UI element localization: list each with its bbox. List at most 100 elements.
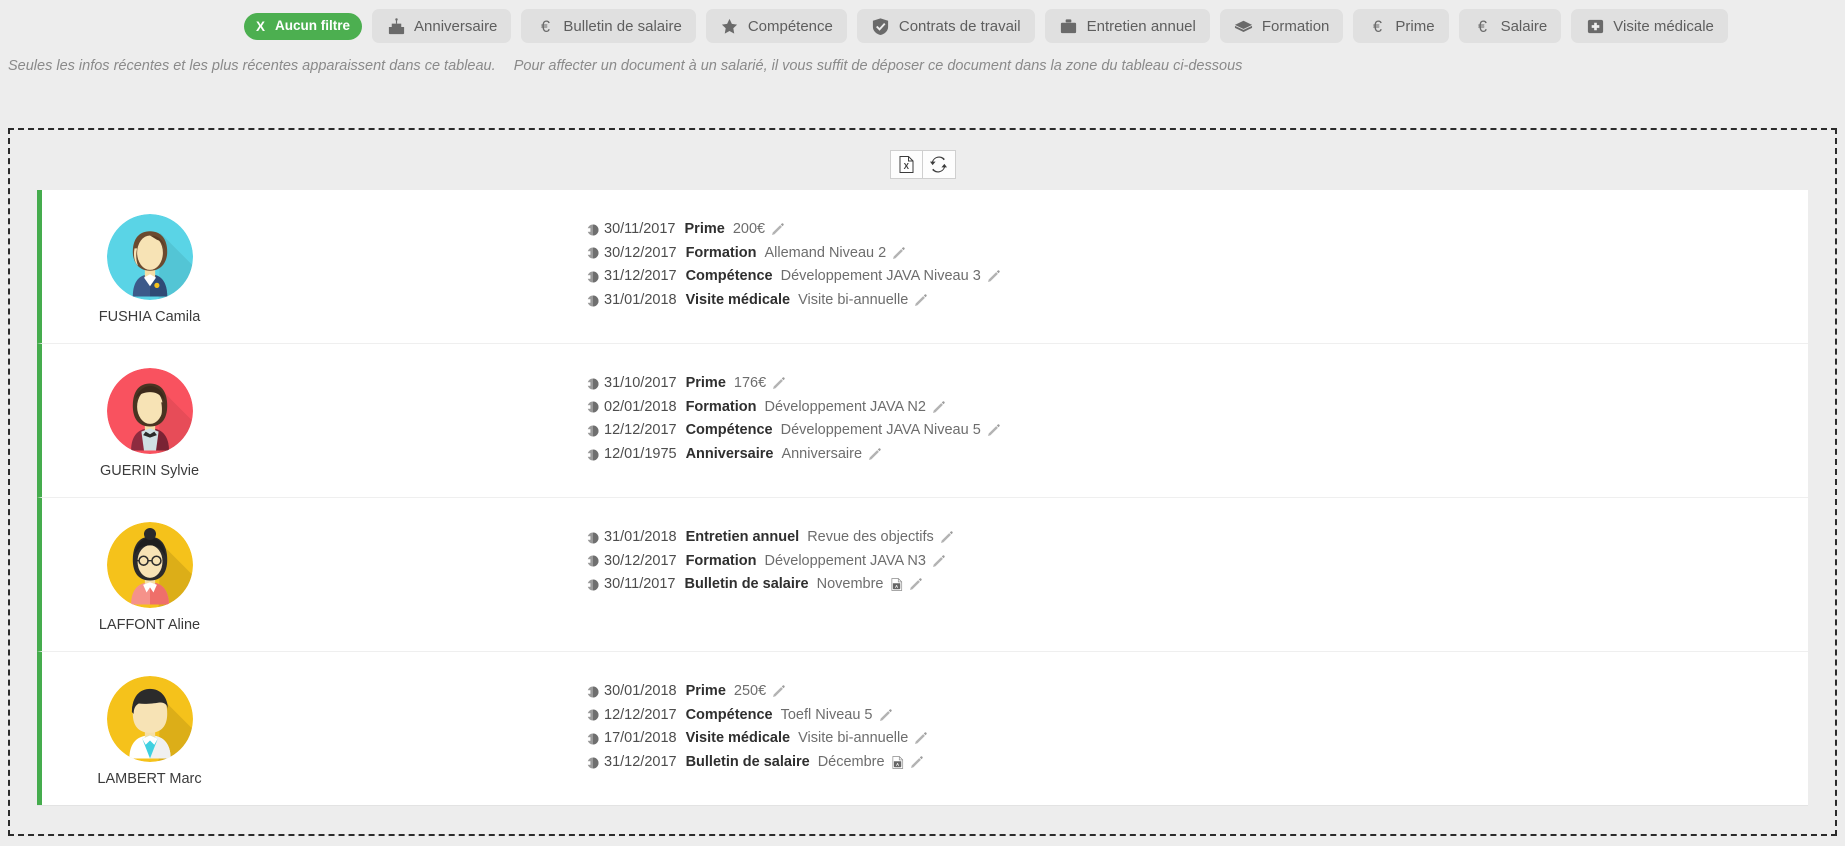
event-value: Visite bi-annuelle	[798, 291, 909, 308]
pdf-icon[interactable]: A	[891, 578, 903, 592]
event-type: Bulletin de salaire	[684, 576, 809, 593]
event-type: Prime	[685, 683, 726, 699]
event-line: 30/12/2017 Formation Allemand Niveau 2	[587, 242, 1808, 266]
event-type: Prime	[684, 221, 725, 237]
pencil-edit-icon[interactable]	[772, 377, 785, 390]
pencil-edit-icon[interactable]	[892, 247, 905, 260]
event-bullet-icon	[587, 271, 599, 283]
event-bullet-icon	[587, 425, 599, 437]
event-line: 02/01/2018 Formation Développement JAVA N2	[587, 396, 1808, 420]
filter-chip-label: Prime	[1395, 17, 1435, 35]
hint-text-part2: Pour affecter un document à un salarié, …	[513, 58, 1243, 74]
pdf-icon[interactable]: A	[892, 756, 904, 769]
event-date: 30/11/2017	[604, 221, 676, 237]
avatar-aline	[106, 522, 193, 608]
avatar[interactable]	[106, 368, 193, 454]
pencil-edit-icon[interactable]	[940, 531, 953, 544]
event-type: Entretien annuel	[685, 529, 800, 545]
event-line: 31/01/2018 Entretien annuel Revue des obje…	[587, 526, 1808, 550]
refresh-icon	[930, 156, 947, 173]
event-value: Développement JAVA N2	[764, 398, 926, 415]
pencil-edit-icon[interactable]	[932, 555, 945, 568]
pencil-edit-icon[interactable]	[914, 732, 927, 745]
event-type: Compétence	[685, 422, 773, 439]
event-bullet-icon	[587, 224, 599, 236]
event-value: Toefl Niveau 5	[780, 706, 873, 723]
pencil-edit-icon[interactable]	[910, 756, 923, 769]
event-line: 12/12/2017 Compétence Toefl Niveau 5	[587, 704, 1808, 728]
avatar[interactable]	[106, 522, 193, 608]
employee-row: GUERIN Sylvie 31/10/2017 Prime 176€ 02/01/20…	[37, 344, 1808, 498]
filter-chip-contrats-de-travail[interactable]: Contrats de travail	[856, 9, 1035, 43]
filter-chip-visite-m-dicale[interactable]: Visite médicale	[1571, 9, 1728, 43]
euro-icon: €	[535, 16, 555, 36]
event-value: Anniversaire	[781, 445, 863, 462]
event-bullet-icon	[587, 378, 599, 390]
pencil-edit-icon[interactable]	[932, 401, 945, 414]
hint-text: Seules les infos récentes et les plus ré…	[0, 52, 1845, 82]
employee-name: GUERIN Sylvie	[99, 463, 200, 479]
avatar[interactable]	[106, 676, 193, 762]
filter-chip-label: Aucun filtre	[275, 18, 351, 34]
birthday-cake-icon	[386, 16, 406, 36]
employee-identity-cell: LAFFONT Aline	[42, 498, 257, 651]
employee-events-cell: 31/10/2017 Prime 176€ 02/01/2018 Formation Dé…	[257, 344, 1808, 488]
filter-chip-label: Entretien annuel	[1086, 17, 1196, 35]
star-icon	[720, 16, 740, 36]
euro-icon: €	[1367, 16, 1387, 36]
filter-chip-entretien-annuel[interactable]: Entretien annuel	[1044, 9, 1210, 43]
svg-text:A: A	[895, 584, 898, 589]
pencil-edit-icon[interactable]	[914, 294, 927, 307]
svg-text:X: X	[903, 162, 909, 171]
filter-chip-label: Bulletin de salaire	[563, 17, 682, 35]
filter-chip-bulletin-de-salaire[interactable]: € Bulletin de salaire	[521, 9, 696, 43]
filter-chip-salaire[interactable]: € Salaire	[1458, 9, 1562, 43]
event-bullet-icon	[587, 449, 599, 461]
event-value: Novembre	[816, 576, 884, 593]
event-value: Visite bi-annuelle	[798, 730, 909, 747]
event-type: Compétence	[685, 706, 773, 723]
event-date: 30/12/2017	[604, 244, 677, 261]
pencil-edit-icon[interactable]	[909, 578, 922, 591]
employee-events-cell: 30/11/2017 Prime 200€ 30/12/2017 Formation Al…	[257, 190, 1808, 334]
filter-chip-anniversaire[interactable]: Anniversaire	[372, 9, 512, 43]
employee-name: LAMBERT Marc	[97, 771, 202, 787]
excel-export-button[interactable]: X	[889, 150, 923, 179]
refresh-button[interactable]	[922, 150, 956, 179]
pencil-edit-icon[interactable]	[772, 685, 785, 698]
filter-chip-label: Compétence	[747, 17, 833, 35]
event-date: 12/01/1975	[604, 445, 677, 462]
event-type: Anniversaire	[685, 445, 774, 462]
filter-chip-prime[interactable]: € Prime	[1353, 9, 1449, 43]
event-bullet-icon	[587, 532, 599, 544]
filter-chip-comp-tence[interactable]: Compétence	[705, 9, 847, 43]
pencil-edit-icon[interactable]	[868, 448, 881, 461]
pencil-edit-icon[interactable]	[987, 424, 1000, 437]
event-type: Formation	[685, 244, 757, 261]
avatar[interactable]	[106, 214, 193, 300]
avatar-sylvie	[106, 368, 193, 454]
filter-bar: X Aucun filtre Anniversaire € Bulletin de sa…	[0, 0, 1845, 52]
filter-chip-label: Formation	[1261, 17, 1330, 35]
event-date: 12/12/2017	[604, 706, 677, 723]
filter-chip-formation[interactable]: Formation	[1219, 9, 1344, 43]
event-type: Compétence	[685, 268, 773, 285]
filter-chip-aucun-filtre[interactable]: X Aucun filtre	[244, 12, 363, 40]
employee-row: FUSHIA Camila 30/11/2017 Prime 200€ 30/12/20…	[37, 190, 1808, 344]
avatar-marc	[106, 676, 193, 762]
hint-text-part1: Seules les infos récentes et les plus ré…	[8, 58, 496, 74]
medical-cross-icon	[1585, 16, 1605, 36]
event-line: 30/12/2017 Formation Développement JAVA N3	[587, 550, 1808, 574]
avatar-camila	[106, 214, 193, 300]
toolbar-button-group: X	[889, 150, 956, 179]
document-drop-zone[interactable]: X FUSHIA Camila 30/11/2017 Prime 200€ 30…	[8, 128, 1837, 836]
pencil-edit-icon[interactable]	[987, 270, 1000, 283]
filter-chip-label: Anniversaire	[414, 17, 498, 35]
graduation-cap-icon	[1234, 16, 1254, 36]
event-date: 31/10/2017	[604, 375, 677, 391]
event-date: 17/01/2018	[604, 730, 677, 747]
event-bullet-icon	[587, 757, 599, 769]
pencil-edit-icon[interactable]	[879, 709, 892, 722]
event-date: 12/12/2017	[604, 422, 677, 439]
pencil-edit-icon[interactable]	[771, 223, 784, 236]
